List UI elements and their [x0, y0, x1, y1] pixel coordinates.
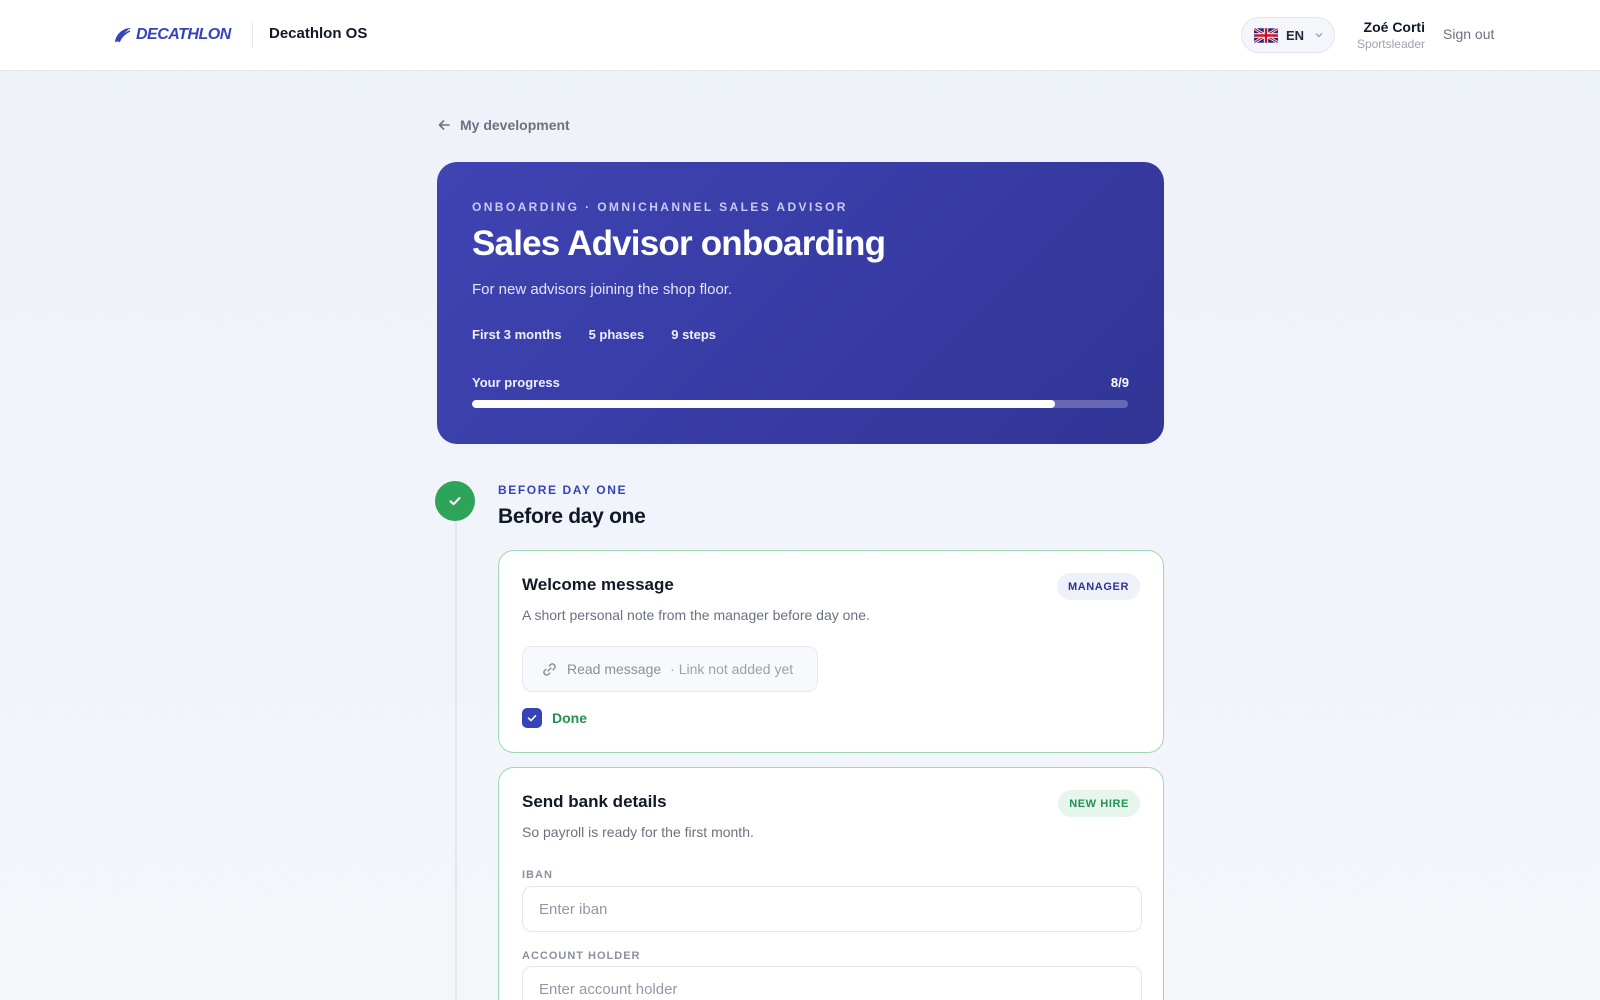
back-link-label: My development: [460, 117, 570, 133]
hero-eyebrow: ONBOARDING · OMNICHANNEL SALES ADVISOR: [472, 200, 848, 214]
meta-steps: 9 steps: [671, 327, 717, 342]
iban-label: IBAN: [522, 869, 553, 881]
done-label: Done: [552, 710, 587, 726]
phase-complete-badge: [435, 481, 475, 521]
language-selector[interactable]: EN: [1241, 17, 1335, 53]
progress-label: Your progress: [472, 375, 560, 390]
progress-count: 8/9: [1110, 375, 1129, 390]
meta-duration: First 3 months: [472, 327, 562, 342]
phase-title: Before day one: [498, 505, 646, 528]
step-description: A short personal note from the manager b…: [522, 607, 870, 623]
top-bar: DECATHLON Decathlon OS EN Zoé Corti Spor…: [0, 0, 1600, 71]
back-link[interactable]: My development: [437, 117, 570, 133]
link-icon: [543, 662, 556, 676]
meta-phases: 5 phases: [588, 327, 645, 342]
user-role: Sportsleader: [1356, 37, 1425, 51]
step-title: Send bank details: [522, 792, 667, 811]
step-title: Welcome message: [522, 575, 674, 594]
uk-flag-icon: [1254, 27, 1278, 43]
language-code: EN: [1286, 27, 1305, 43]
arrow-left-icon: [438, 120, 450, 130]
phase-eyebrow: BEFORE DAY ONE: [498, 483, 628, 497]
hero-subtitle: For new advisors joining the shop floor.: [472, 281, 733, 298]
timeline-line: [455, 521, 457, 1000]
account-holder-label: ACCOUNT HOLDER: [522, 950, 641, 962]
chevron-down-icon: [1315, 33, 1323, 38]
account-holder-input[interactable]: [522, 966, 1142, 1000]
sign-out-link[interactable]: Sign out: [1443, 26, 1494, 42]
progress-bar-fill: [472, 400, 1056, 408]
onboarding-hero: ONBOARDING · OMNICHANNEL SALES ADVISOR S…: [437, 162, 1164, 444]
role-badge-new-hire: NEW HIRE: [1058, 790, 1140, 817]
progress-bar: [472, 400, 1128, 408]
read-message-link[interactable]: Read message · Link not added yet: [522, 646, 818, 692]
app-name: Decathlon OS: [269, 25, 368, 42]
iban-input[interactable]: [522, 886, 1142, 932]
decathlon-swoosh-icon: [115, 28, 131, 43]
user-name: Zoé Corti: [1363, 19, 1425, 35]
step-description: So payroll is ready for the first month.: [522, 824, 754, 840]
done-checkbox[interactable]: Done: [522, 708, 587, 728]
check-icon: [527, 715, 537, 722]
step-card-bank-details: Send bank details NEW HIRE So payroll is…: [498, 767, 1164, 1000]
brand-divider: [252, 22, 253, 48]
decathlon-logo[interactable]: DECATHLON: [113, 24, 231, 46]
checkbox-checked[interactable]: [522, 708, 542, 728]
role-badge-manager: MANAGER: [1056, 573, 1140, 600]
link-status-note: · Link not added yet: [670, 661, 794, 677]
check-icon: [449, 497, 461, 506]
page-title: Sales Advisor onboarding: [472, 224, 886, 263]
link-label: Read message: [567, 661, 662, 677]
step-card-welcome-message: Welcome message MANAGER A short personal…: [498, 550, 1164, 753]
brand-wordmark: DECATHLON: [136, 26, 231, 43]
hero-meta: First 3 months 5 phases 9 steps: [472, 327, 716, 342]
